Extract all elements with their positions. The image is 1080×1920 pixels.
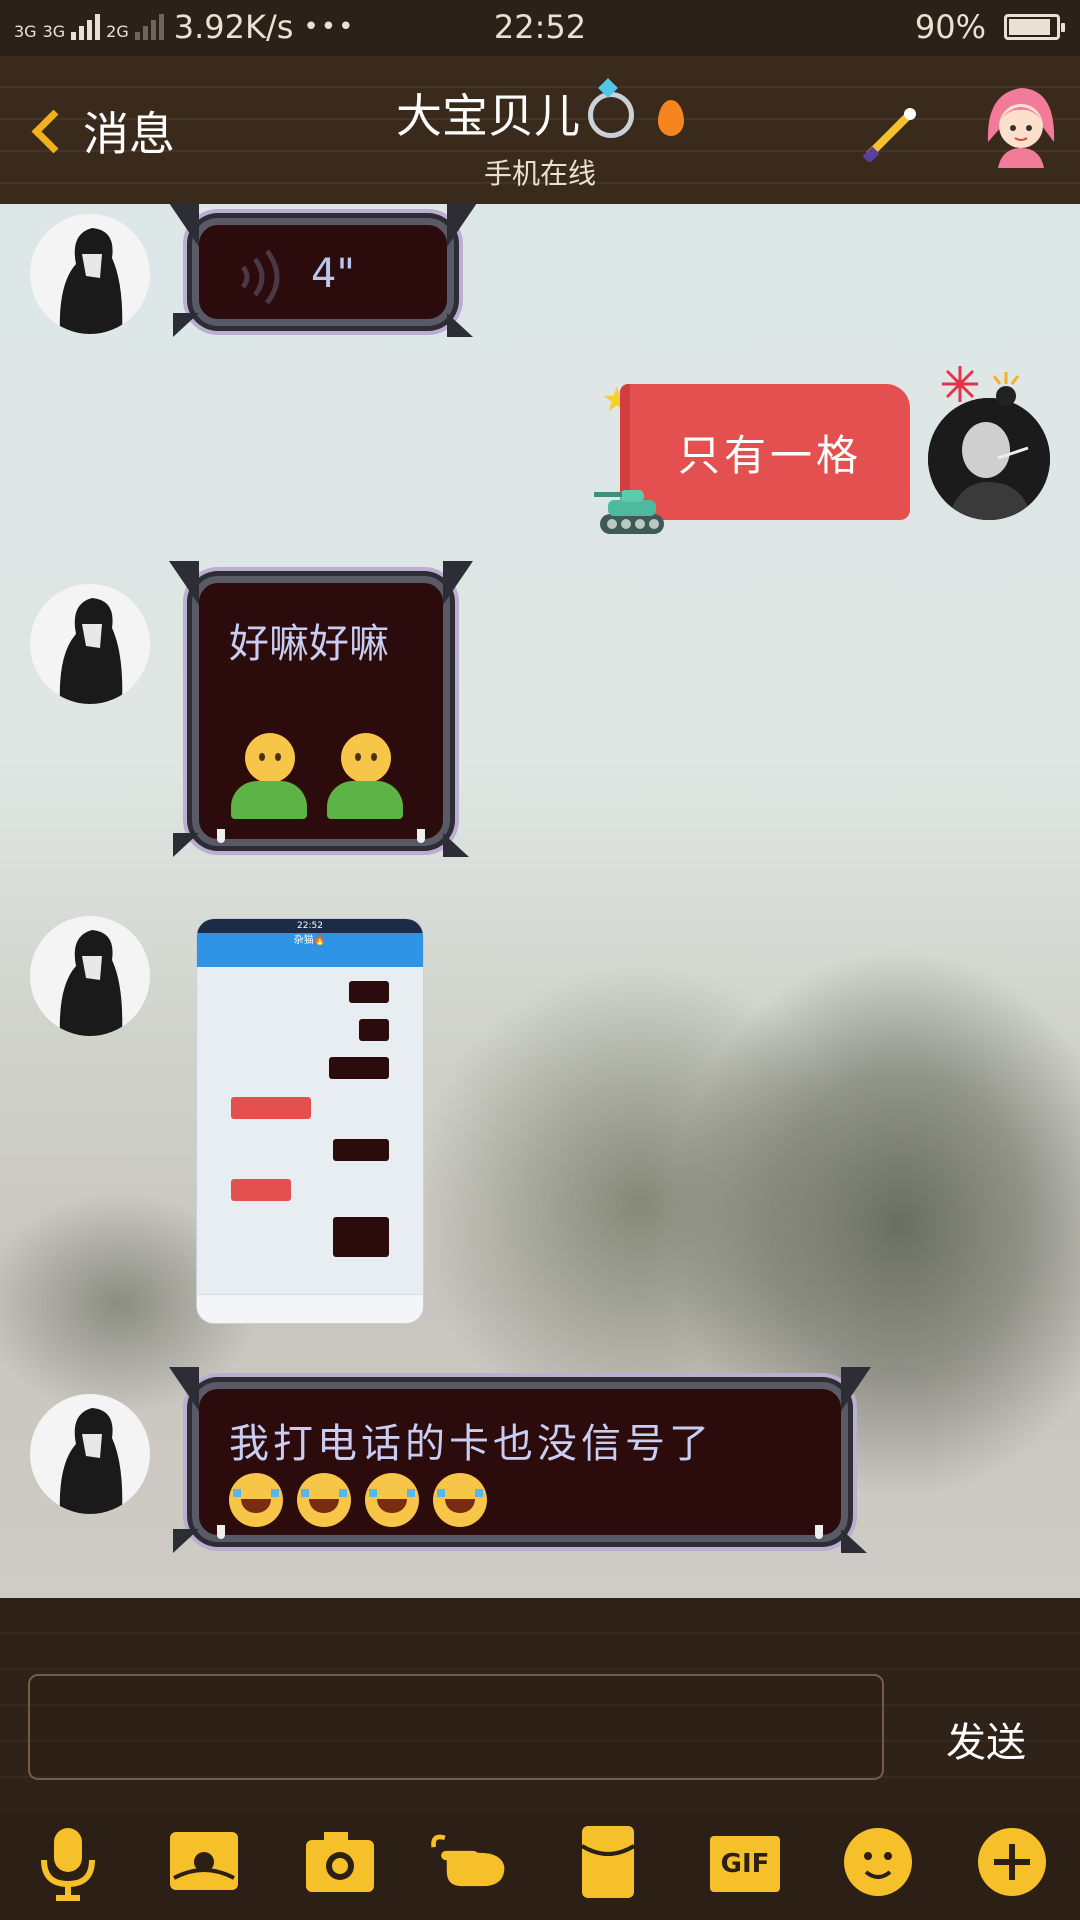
message-bubble-incoming[interactable]: 好嘛好嘛 bbox=[169, 561, 473, 857]
bubble-wing-decoration bbox=[447, 313, 473, 337]
bubble-wing-decoration bbox=[447, 204, 477, 247]
thumb-status-bar: 22:52 bbox=[197, 919, 423, 933]
emoji-row bbox=[229, 1473, 487, 1527]
my-avatar[interactable] bbox=[928, 398, 1050, 520]
tears-of-joy-icon bbox=[297, 1473, 351, 1527]
bubble-wing-decoration bbox=[173, 1529, 199, 1553]
contact-avatar[interactable] bbox=[30, 916, 150, 1036]
composer: 发送 bbox=[0, 1598, 1080, 1812]
plus-icon[interactable] bbox=[972, 1822, 1052, 1902]
voice-duration: 4" bbox=[311, 251, 355, 297]
thumb-bubble bbox=[231, 1097, 311, 1119]
contact-avatar[interactable] bbox=[30, 1394, 150, 1514]
battery-percent: 90% bbox=[914, 8, 986, 46]
bubble-wing-decoration bbox=[841, 1367, 871, 1411]
status-bar: 3G 3G 2G 3.92K/s ••• 22:52 90% bbox=[0, 0, 1080, 56]
flame-icon bbox=[658, 100, 684, 136]
battery-icon bbox=[1004, 14, 1065, 40]
gif-button[interactable]: GIF bbox=[710, 1836, 780, 1892]
red-packet-icon[interactable] bbox=[568, 1822, 648, 1902]
image-message[interactable]: 22:52 杂猫🔥 bbox=[196, 918, 424, 1324]
thumb-bubble bbox=[231, 1179, 291, 1201]
voice-message-bubble[interactable]: 4" bbox=[169, 204, 477, 337]
thumb-bubble bbox=[359, 1019, 389, 1041]
chat-area[interactable]: 4" ★ 只有一格 好嘛好嘛 22:52 杂猫🔥 我打电话的卡也没信号了 bbox=[0, 204, 1080, 1598]
sparkle-icon bbox=[992, 372, 1020, 406]
emoji-icon[interactable] bbox=[838, 1822, 918, 1902]
bubble-wing-decoration bbox=[169, 1367, 199, 1411]
message-input[interactable] bbox=[28, 1674, 884, 1780]
my-avatar-icon[interactable] bbox=[982, 82, 1060, 168]
contact-name: 大宝贝儿 bbox=[396, 89, 580, 143]
person-icon bbox=[325, 733, 405, 819]
bubble-wing-decoration bbox=[443, 833, 469, 857]
bubble-wing-decoration bbox=[169, 204, 199, 247]
thumb-bubble bbox=[349, 981, 389, 1003]
bubble-wing-decoration bbox=[169, 561, 199, 605]
ring-icon bbox=[588, 92, 634, 138]
bubble-wing-decoration bbox=[443, 561, 473, 605]
chat-header: 消息 大宝贝儿 手机在线 bbox=[0, 56, 1080, 204]
photo-icon[interactable] bbox=[164, 1822, 244, 1902]
camera-icon[interactable] bbox=[300, 1822, 380, 1902]
tank-icon bbox=[594, 490, 664, 534]
thumb-title: 杂猫🔥 bbox=[293, 935, 327, 946]
tears-of-joy-icon bbox=[229, 1473, 283, 1527]
message-text: 好嘛好嘛 bbox=[229, 621, 389, 667]
firework-icon bbox=[942, 366, 978, 402]
tears-of-joy-icon bbox=[433, 1473, 487, 1527]
fang-decoration bbox=[217, 1525, 225, 1539]
bubble-wing-decoration bbox=[841, 1529, 867, 1553]
contact-avatar[interactable] bbox=[30, 584, 150, 704]
fang-decoration bbox=[217, 829, 225, 843]
thumb-bubble bbox=[333, 1217, 389, 1257]
message-text: 我打电话的卡也没信号了 bbox=[229, 1421, 713, 1467]
send-button[interactable]: 发送 bbox=[946, 1710, 1026, 1768]
thumb-header: 杂猫🔥 bbox=[197, 933, 423, 967]
message-text: 只有一格 bbox=[677, 430, 862, 480]
poke-icon[interactable] bbox=[430, 1822, 510, 1902]
bubble-wing-decoration bbox=[173, 313, 199, 337]
tears-of-joy-icon bbox=[365, 1473, 419, 1527]
input-toolbar: GIF bbox=[0, 1812, 1080, 1920]
message-bubble-incoming[interactable]: 我打电话的卡也没信号了 bbox=[169, 1367, 871, 1553]
bubble-wing-decoration bbox=[173, 833, 199, 857]
microphone-icon[interactable] bbox=[28, 1822, 108, 1902]
fang-decoration bbox=[417, 829, 425, 843]
magic-wand-icon[interactable] bbox=[862, 104, 920, 162]
thumb-bubble bbox=[329, 1057, 389, 1079]
person-icon bbox=[229, 733, 309, 819]
thumb-toolbar bbox=[197, 1294, 423, 1323]
voice-wave-icon bbox=[240, 249, 280, 305]
contact-avatar[interactable] bbox=[30, 214, 150, 334]
thumb-bubble bbox=[333, 1139, 389, 1161]
fang-decoration bbox=[815, 1525, 823, 1539]
